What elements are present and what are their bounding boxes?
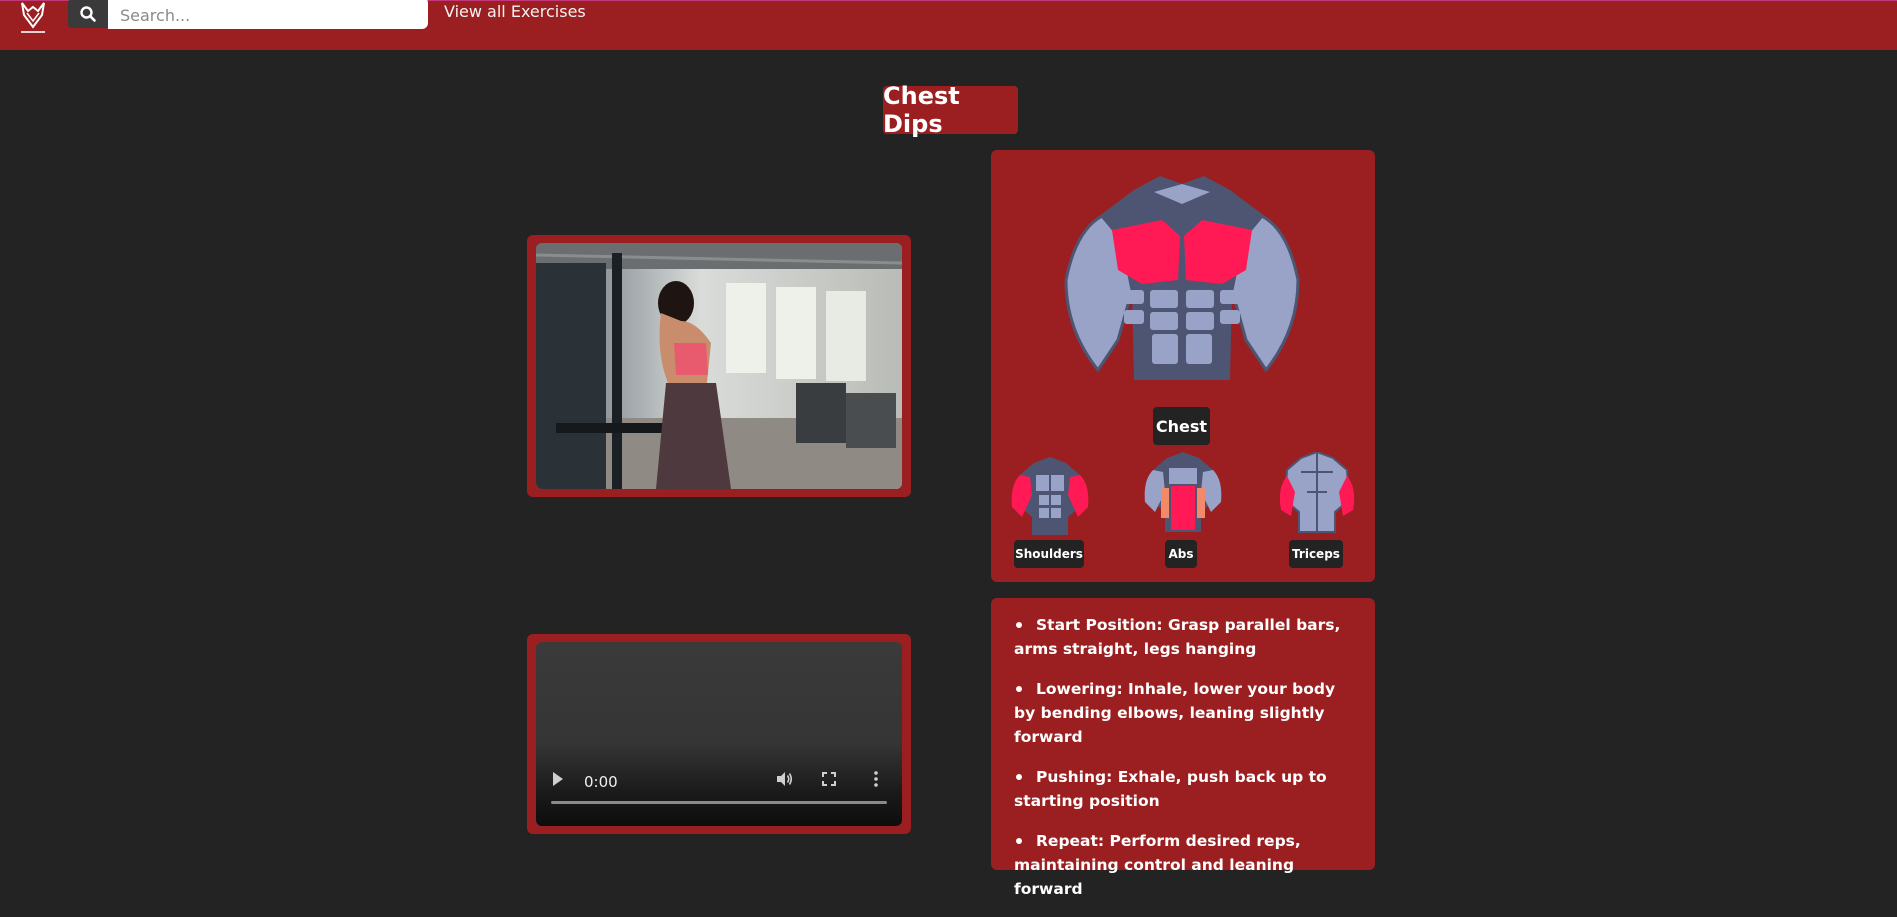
video-frame: 0:00 [527, 634, 911, 834]
video-progress-bar[interactable] [551, 801, 887, 804]
instruction-step: Pushing: Exhale, push back up to startin… [1014, 765, 1359, 813]
exercise-photo-frame [527, 235, 911, 497]
more-options-icon[interactable] [874, 771, 878, 787]
exercise-video[interactable]: 0:00 [536, 642, 902, 826]
instruction-step: Start Position: Grasp parallel bars, arm… [1014, 613, 1359, 661]
search-icon [80, 5, 96, 22]
chest-muscle-diagram [1064, 176, 1300, 380]
exercise-photo [536, 243, 902, 489]
volume-icon[interactable] [775, 770, 793, 788]
video-time: 0:00 [584, 773, 618, 791]
instruction-step: Repeat: Perform desired reps, maintainin… [1014, 829, 1359, 901]
abs-muscle-diagram [1144, 452, 1222, 532]
fullscreen-icon[interactable] [822, 772, 836, 786]
triceps-muscle-diagram [1279, 452, 1355, 533]
logo-icon[interactable] [14, 1, 52, 37]
secondary-muscle-label: Shoulders [1014, 540, 1084, 568]
primary-muscle-label: Chest [1153, 407, 1210, 445]
instructions-panel: Start Position: Grasp parallel bars, arm… [991, 598, 1375, 898]
search-input[interactable] [108, 0, 428, 29]
muscle-panel: Chest Shoulders Abs Triceps [991, 150, 1375, 582]
instruction-step: Lowering: Inhale, lower your body by ben… [1014, 677, 1359, 749]
secondary-muscle-label: Abs [1165, 540, 1197, 568]
page-title: Chest Dips [883, 82, 1018, 138]
view-all-exercises-link[interactable]: View all Exercises [444, 1, 586, 23]
secondary-muscle-label: Triceps [1289, 540, 1343, 568]
play-icon[interactable] [552, 771, 564, 787]
search-button[interactable] [68, 0, 108, 28]
instruction-list: Start Position: Grasp parallel bars, arm… [1014, 613, 1359, 917]
shoulders-muscle-diagram [1011, 457, 1089, 535]
top-navbar: View all Exercises [0, 0, 1897, 50]
